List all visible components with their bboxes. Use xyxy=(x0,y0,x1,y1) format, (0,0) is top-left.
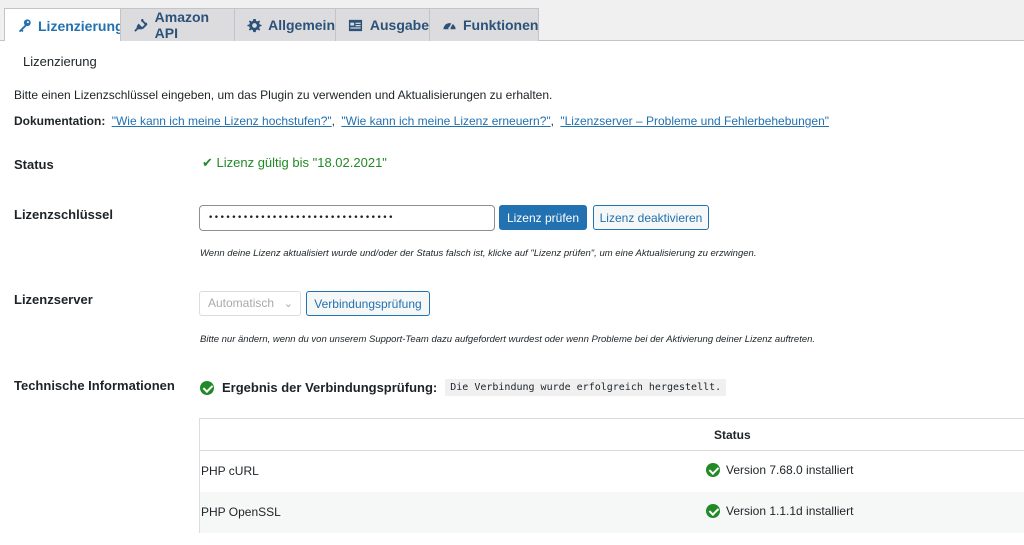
tab-label: Ausgabe xyxy=(369,17,429,33)
intro-text: Bitte einen Lizenzschlüssel eingeben, um… xyxy=(14,88,553,102)
section-title: Lizenzierung xyxy=(23,54,97,69)
table-row-name: PHP cURL xyxy=(201,464,259,478)
license-server-label: Lizenzserver xyxy=(14,292,93,307)
settings-panel: Lizenzierung Bitte einen Lizenzschlüssel… xyxy=(0,41,1024,545)
tab-amazon-api[interactable]: Amazon API xyxy=(120,8,235,41)
table-row-status: Version 7.68.0 installiert xyxy=(706,463,853,477)
docs-label: Dokumentation: xyxy=(14,114,106,128)
server-hint: Bitte nur ändern, wenn du von unserem Su… xyxy=(200,334,816,345)
key-icon xyxy=(17,18,32,34)
check-circle-icon xyxy=(200,380,214,395)
layout-icon xyxy=(348,17,364,33)
connection-result: Ergebnis der Verbindungsprüfung: Die Ver… xyxy=(200,379,727,396)
connection-test-button[interactable]: Verbindungsprüfung xyxy=(306,291,430,316)
tech-info-table: Status PHP cURL Version 7.68.0 installie… xyxy=(199,418,1024,533)
connection-result-value: Die Verbindung wurde erfolgreich hergest… xyxy=(445,379,727,396)
license-key-label: Lizenzschlüssel xyxy=(14,207,113,222)
docs-separator: , xyxy=(331,114,336,128)
tab-label: Funktionen xyxy=(463,17,539,33)
status-text: Version 7.68.0 installiert xyxy=(726,463,854,477)
deactivate-license-button[interactable]: Lizenz deaktivieren xyxy=(593,205,709,230)
table-row: PHP OpenSSL Version 1.1.1d installiert xyxy=(200,492,1024,533)
status-text: Version 1.1.1d installiert xyxy=(726,504,854,518)
status-column-header: Status xyxy=(714,428,751,442)
license-status-value: ✔ Lizenz gültig bis "18.02.2021" xyxy=(202,155,387,170)
tab-label: Amazon API xyxy=(154,9,210,41)
table-header: Status xyxy=(200,419,1024,451)
table-row-status: Version 1.1.1d installiert xyxy=(706,504,853,518)
license-hint: Wenn deine Lizenz aktualisiert wurde und… xyxy=(200,248,757,259)
chevron-down-icon: ⌄ xyxy=(283,298,293,310)
tech-info-label: Technische Informationen xyxy=(14,378,175,393)
table-row-name: PHP OpenSSL xyxy=(201,505,281,519)
doc-link-troubleshooting[interactable]: "Lizenzserver – Probleme und Fehlerbeheb… xyxy=(560,114,829,128)
status-label: Status xyxy=(14,157,54,172)
table-row: PHP cURL Version 7.68.0 installiert xyxy=(200,451,1024,492)
connection-result-label: Ergebnis der Verbindungsprüfung: xyxy=(222,380,438,395)
docs-separator: , xyxy=(550,114,554,128)
documentation-links: Dokumentation: "Wie kann ich meine Lizen… xyxy=(14,114,829,128)
tab-funktionen[interactable]: Funktionen xyxy=(429,8,539,41)
gear-icon xyxy=(247,17,262,33)
plug-icon xyxy=(133,17,149,33)
dashboard-icon xyxy=(442,17,457,33)
tab-label: Lizenzierung xyxy=(38,17,124,34)
select-value: Automatisch xyxy=(208,296,275,310)
check-circle-icon xyxy=(706,463,720,477)
check-license-button[interactable]: Lizenz prüfen xyxy=(499,205,587,230)
license-key-input[interactable]: •••••••••••••••••••••••••••••••• xyxy=(199,205,495,231)
tab-ausgabe[interactable]: Ausgabe xyxy=(335,8,430,41)
doc-link-renew[interactable]: "Wie kann ich meine Lizenz erneuern?" xyxy=(341,114,550,128)
check-circle-icon xyxy=(706,504,720,518)
tab-label: Allgemein xyxy=(268,17,335,33)
doc-link-upgrade[interactable]: "Wie kann ich meine Lizenz hochstufen?" xyxy=(112,114,332,128)
settings-tabs: Lizenzierung Amazon API Allgemein Ausgab… xyxy=(0,0,1024,42)
tab-lizenzierung[interactable]: Lizenzierung xyxy=(4,8,124,42)
license-server-select[interactable]: Automatisch ⌄ xyxy=(199,291,301,316)
tab-allgemein[interactable]: Allgemein xyxy=(234,8,336,41)
